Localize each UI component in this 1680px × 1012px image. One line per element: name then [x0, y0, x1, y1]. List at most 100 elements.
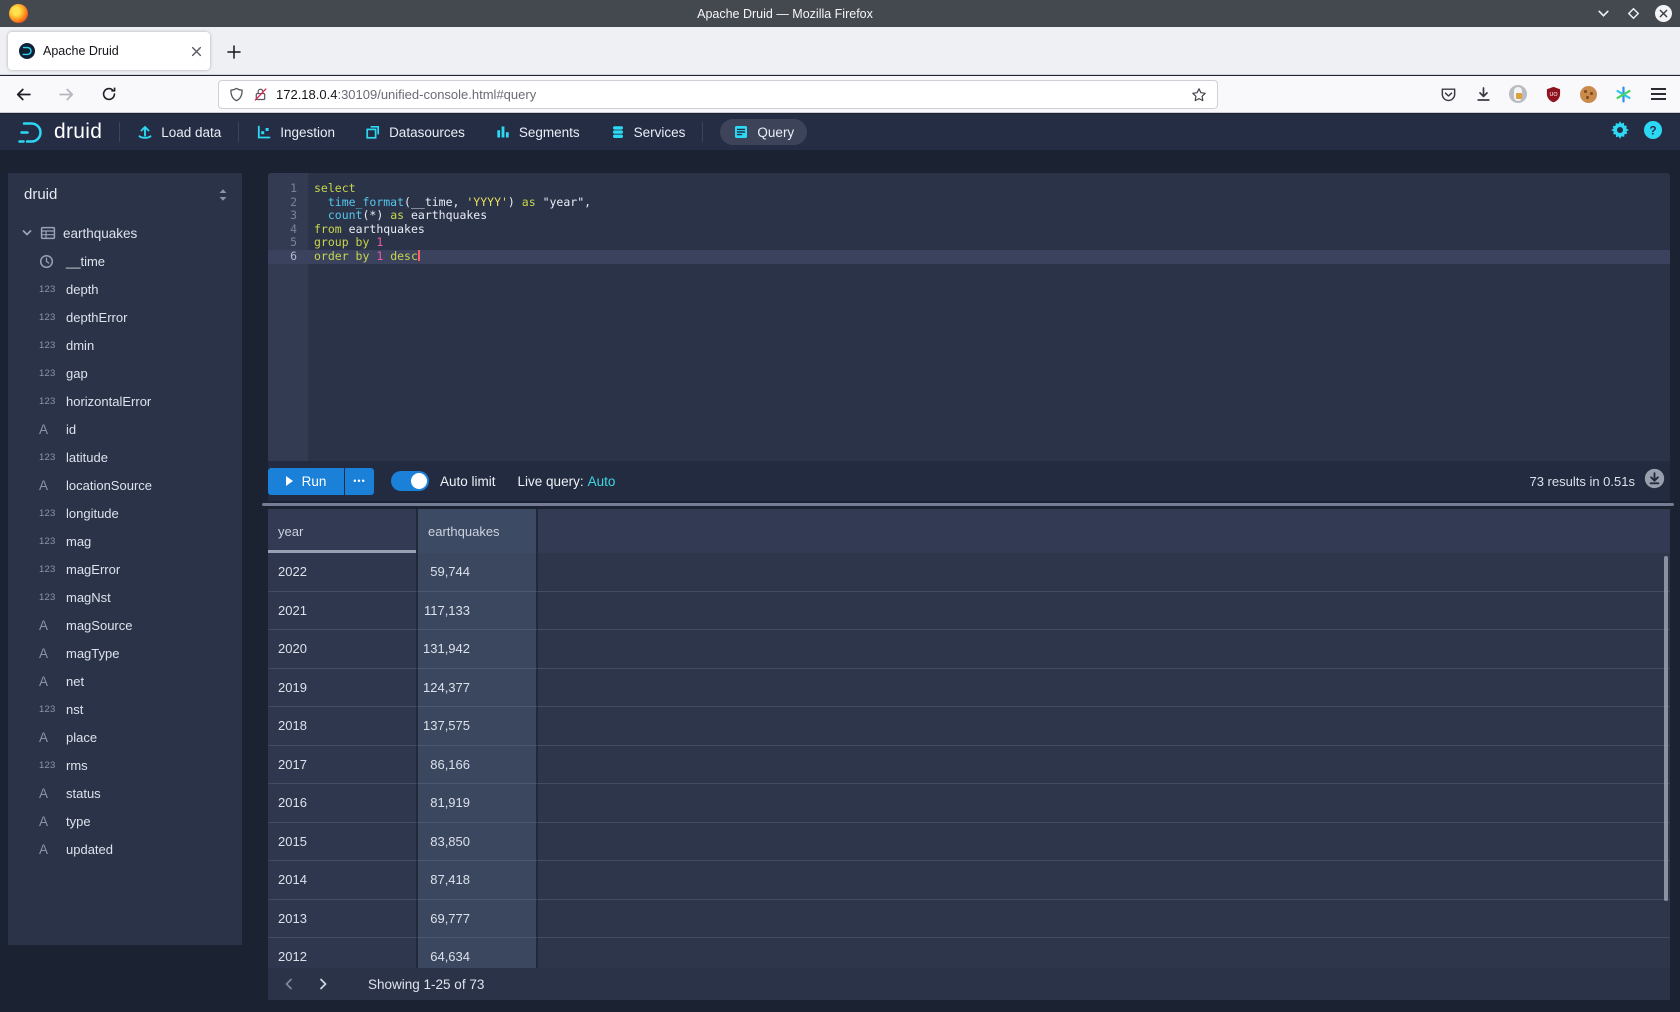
column-header-year[interactable]: year — [268, 509, 418, 553]
year-cell[interactable]: 2013 — [268, 900, 418, 939]
year-cell[interactable]: 2018 — [268, 707, 418, 746]
table-row-2012[interactable]: 201264,634 — [268, 938, 1670, 968]
earthquakes-cell[interactable]: 59,744 — [418, 553, 538, 592]
earthquakes-cell[interactable]: 69,777 — [418, 900, 538, 939]
sql-line-4[interactable]: 4from earthquakes — [268, 223, 1670, 237]
help-icon[interactable]: ? — [1644, 121, 1662, 144]
sidebar-column-magNst[interactable]: 123magNst — [8, 583, 242, 611]
reload-button[interactable] — [98, 83, 120, 105]
auto-limit-toggle[interactable] — [391, 471, 429, 491]
settings-gear-icon[interactable] — [1611, 121, 1629, 144]
nav-segments[interactable]: Segments — [495, 124, 580, 140]
earthquakes-cell[interactable]: 86,166 — [418, 746, 538, 785]
sidebar-column-updated[interactable]: Aupdated — [8, 835, 242, 863]
privacy-badger-icon[interactable] — [1508, 84, 1528, 104]
table-row-2019[interactable]: 2019124,377 — [268, 669, 1670, 708]
browser-tab[interactable]: Apache Druid — [8, 32, 210, 70]
tracking-shield-icon[interactable] — [229, 87, 244, 102]
column-header-earthquakes[interactable]: earthquakes — [418, 509, 538, 553]
table-row-2014[interactable]: 201487,418 — [268, 861, 1670, 900]
live-query-value[interactable]: Auto — [588, 474, 616, 489]
url-text[interactable]: 172.18.0.4:30109/unified-console.html#qu… — [276, 87, 1191, 102]
sidebar-column-longitude[interactable]: 123longitude — [8, 499, 242, 527]
earthquakes-cell[interactable]: 117,133 — [418, 592, 538, 631]
earthquakes-cell[interactable]: 124,377 — [418, 669, 538, 708]
year-cell[interactable]: 2021 — [268, 592, 418, 631]
sql-line-2[interactable]: 2 time_format(__time, 'YYYY') as "year", — [268, 196, 1670, 210]
year-cell[interactable]: 2016 — [268, 784, 418, 823]
nav-load-data[interactable]: Load data — [137, 124, 221, 140]
sql-line-6[interactable]: 6order by 1 desc — [268, 250, 1670, 264]
table-row-2016[interactable]: 201681,919 — [268, 784, 1670, 823]
year-cell[interactable]: 2019 — [268, 669, 418, 708]
nav-services[interactable]: Services — [610, 124, 686, 140]
sidebar-column-place[interactable]: Aplace — [8, 723, 242, 751]
url-bar[interactable]: 172.18.0.4:30109/unified-console.html#qu… — [218, 80, 1218, 109]
earthquakes-cell[interactable]: 137,575 — [418, 707, 538, 746]
table-row-2013[interactable]: 201369,777 — [268, 900, 1670, 939]
sidebar-column-status[interactable]: Astatus — [8, 779, 242, 807]
year-cell[interactable]: 2017 — [268, 746, 418, 785]
earthquakes-cell[interactable]: 81,919 — [418, 784, 538, 823]
earthquakes-cell[interactable]: 87,418 — [418, 861, 538, 900]
run-options-button[interactable]: ••• — [345, 468, 374, 495]
vertical-scrollbar[interactable] — [1664, 556, 1668, 901]
previous-page-button[interactable] — [276, 971, 302, 997]
download-results-icon[interactable] — [1644, 468, 1665, 494]
earthquakes-cell[interactable]: 83,850 — [418, 823, 538, 862]
forward-button[interactable] — [55, 83, 77, 105]
schema-selector[interactable]: druid — [8, 173, 242, 219]
sidebar-column-magSource[interactable]: AmagSource — [8, 611, 242, 639]
sidebar-column-net[interactable]: Anet — [8, 667, 242, 695]
year-cell[interactable]: 2015 — [268, 823, 418, 862]
sidebar-column-mag[interactable]: 123mag — [8, 527, 242, 555]
sidebar-column-nst[interactable]: 123nst — [8, 695, 242, 723]
year-cell[interactable]: 2020 — [268, 630, 418, 669]
sql-line-3[interactable]: 3 count(*) as earthquakes — [268, 209, 1670, 223]
sidebar-column-latitude[interactable]: 123latitude — [8, 443, 242, 471]
sparkle-extension-icon[interactable] — [1613, 84, 1633, 104]
year-cell[interactable]: 2012 — [268, 938, 418, 968]
downloads-icon[interactable] — [1473, 84, 1493, 104]
sidebar-column-magError[interactable]: 123magError — [8, 555, 242, 583]
sidebar-column-dmin[interactable]: 123dmin — [8, 331, 242, 359]
sidebar-column-type[interactable]: Atype — [8, 807, 242, 835]
sidebar-column-depth[interactable]: 123depth — [8, 275, 242, 303]
pocket-icon[interactable] — [1438, 84, 1458, 104]
back-button[interactable] — [12, 83, 34, 105]
cookie-icon[interactable] — [1578, 84, 1598, 104]
sidebar-column-__time[interactable]: __time — [8, 247, 242, 275]
new-tab-button[interactable] — [222, 40, 246, 64]
earthquakes-cell[interactable]: 131,942 — [418, 630, 538, 669]
sidebar-column-id[interactable]: Aid — [8, 415, 242, 443]
sidebar-column-magType[interactable]: AmagType — [8, 639, 242, 667]
live-query-control[interactable]: Live query:Auto — [518, 474, 616, 489]
sidebar-column-gap[interactable]: 123gap — [8, 359, 242, 387]
next-page-button[interactable] — [310, 971, 336, 997]
sidebar-table-earthquakes[interactable]: earthquakes — [8, 219, 242, 247]
sidebar-column-rms[interactable]: 123rms — [8, 751, 242, 779]
table-row-2022[interactable]: 202259,744 — [268, 553, 1670, 592]
nav-ingestion[interactable]: Ingestion — [256, 124, 335, 140]
window-close-button[interactable] — [1654, 5, 1672, 23]
table-row-2020[interactable]: 2020131,942 — [268, 630, 1670, 669]
tab-close-icon[interactable] — [191, 46, 202, 57]
ublock-origin-icon[interactable]: UO — [1543, 84, 1563, 104]
table-row-2021[interactable]: 2021117,133 — [268, 592, 1670, 631]
table-row-2015[interactable]: 201583,850 — [268, 823, 1670, 862]
earthquakes-cell[interactable]: 64,634 — [418, 938, 538, 968]
druid-brand[interactable]: druid — [16, 119, 102, 146]
year-cell[interactable]: 2022 — [268, 553, 418, 592]
nav-query[interactable]: Query — [720, 119, 807, 145]
sql-line-5[interactable]: 5group by 1 — [268, 236, 1670, 250]
insecure-lock-icon[interactable] — [253, 87, 268, 102]
table-row-2017[interactable]: 201786,166 — [268, 746, 1670, 785]
run-button[interactable]: Run — [268, 468, 344, 495]
window-maximize-button[interactable] — [1624, 5, 1642, 23]
table-row-2018[interactable]: 2018137,575 — [268, 707, 1670, 746]
sidebar-column-horizontalError[interactable]: 123horizontalError — [8, 387, 242, 415]
sidebar-column-depthError[interactable]: 123depthError — [8, 303, 242, 331]
sql-editor[interactable]: 1select2 time_format(__time, 'YYYY') as … — [268, 173, 1670, 461]
sql-line-1[interactable]: 1select — [268, 182, 1670, 196]
bookmark-star-icon[interactable] — [1191, 87, 1207, 103]
